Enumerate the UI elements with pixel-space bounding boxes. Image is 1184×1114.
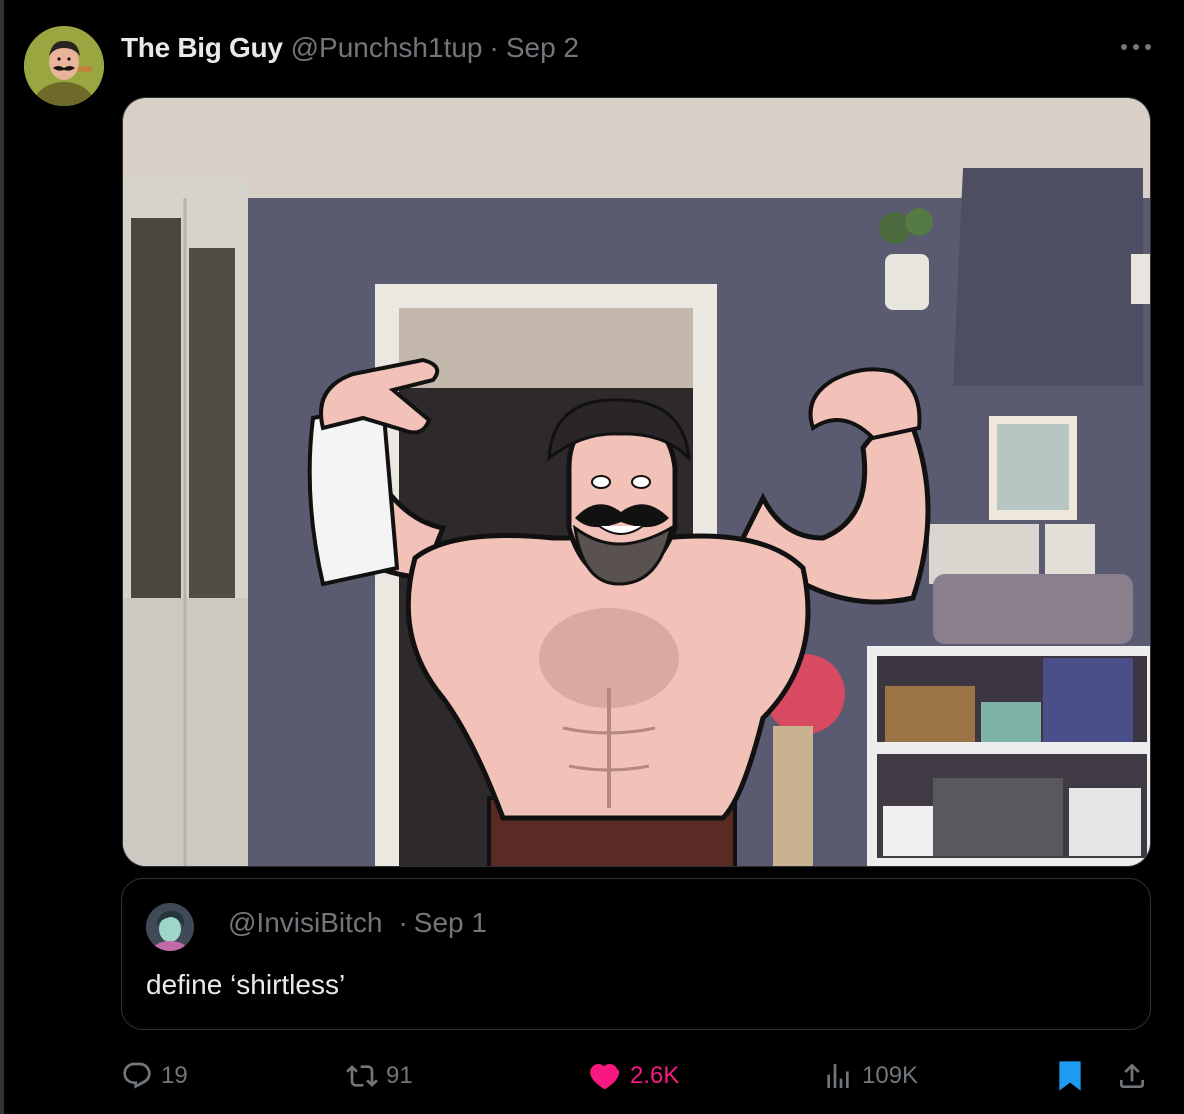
author-avatar[interactable] (24, 26, 104, 106)
quoted-tweet-date[interactable]: Sep 1 (414, 907, 487, 939)
reply-count: 19 (161, 1062, 188, 1089)
bookmark-icon (1059, 1061, 1081, 1091)
separator-dot: · (398, 907, 408, 938)
more-icon[interactable] (1116, 30, 1156, 64)
action-bar: 19 91 2.6K 109K (4, 1052, 1184, 1102)
retweet-icon (346, 1065, 378, 1087)
author-handle[interactable]: @Punchsh1tup (291, 32, 483, 64)
quoted-author-handle[interactable]: @InvisiBitch (228, 907, 382, 939)
reply-button[interactable]: 19 (121, 1052, 188, 1100)
quoted-tweet-header: @InvisiBitch · Sep 1 (228, 907, 487, 939)
like-count: 2.6K (630, 1062, 680, 1089)
tweet-media-image[interactable] (122, 97, 1151, 867)
reply-icon (123, 1062, 151, 1089)
views-count: 109K (862, 1062, 919, 1089)
tweet-header: The Big Guy @Punchsh1tup · Sep 2 (121, 28, 579, 68)
quoted-tweet[interactable]: @InvisiBitch · Sep 1 define ‘shirtless’ (121, 878, 1151, 1030)
share-button[interactable] (1116, 1052, 1156, 1100)
quoted-tweet-text: define ‘shirtless’ (146, 969, 346, 1000)
bookmark-button[interactable] (1054, 1052, 1094, 1100)
heart-icon (590, 1063, 620, 1090)
separator-dot: · (489, 32, 499, 63)
tweet-date[interactable]: Sep 2 (506, 32, 579, 64)
display-name[interactable]: The Big Guy (121, 32, 283, 64)
views-icon (827, 1064, 849, 1088)
retweet-count: 91 (386, 1062, 413, 1089)
share-icon (1120, 1063, 1144, 1088)
like-button[interactable]: 2.6K (588, 1052, 679, 1100)
quoted-author-avatar[interactable] (146, 903, 194, 951)
views-button[interactable]: 109K (822, 1052, 918, 1100)
retweet-button[interactable]: 91 (346, 1052, 413, 1100)
tweet: The Big Guy @Punchsh1tup · Sep 2 @Invisi… (0, 0, 1184, 1114)
